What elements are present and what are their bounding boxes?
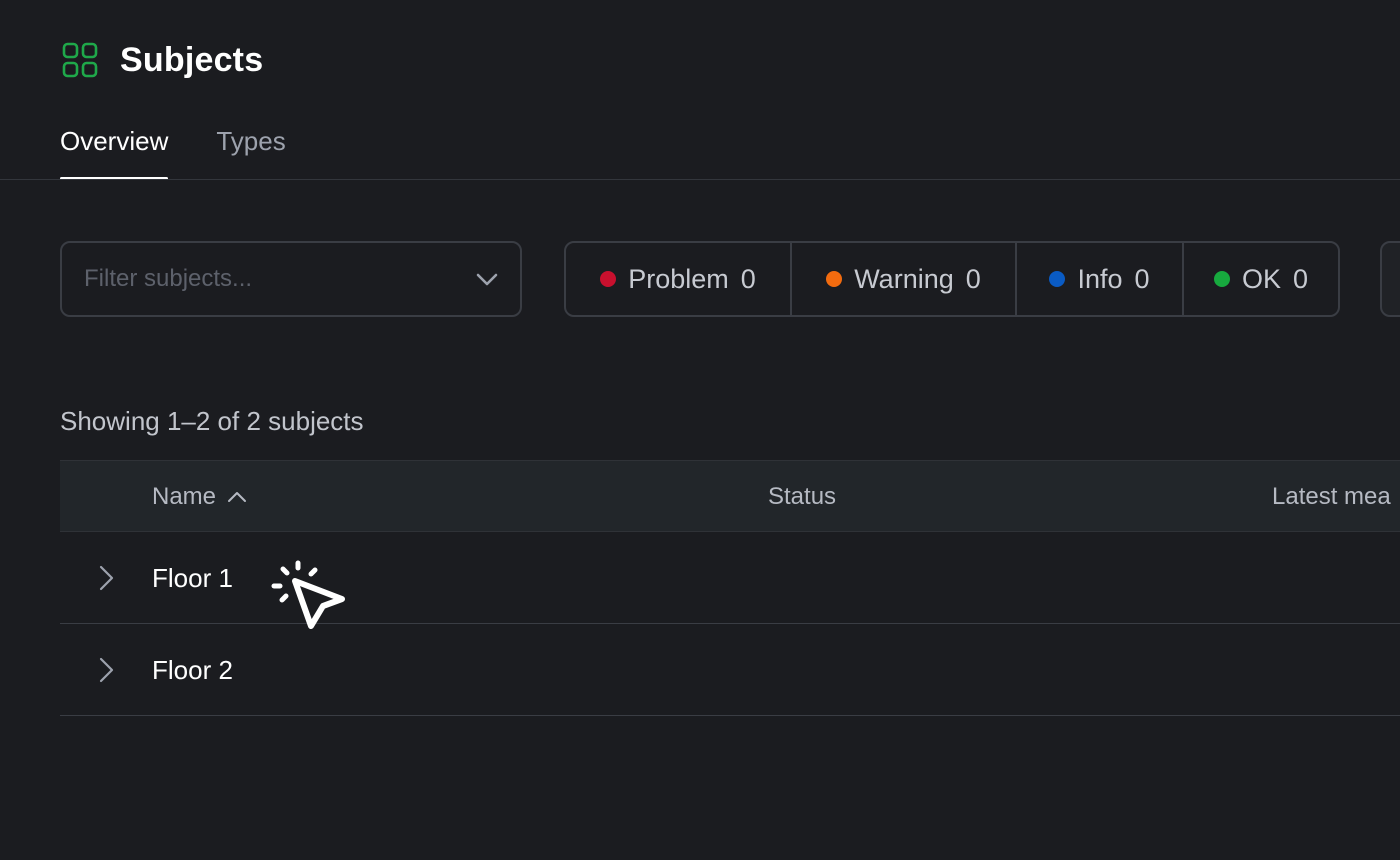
page-header: Subjects xyxy=(60,40,263,80)
status-label: Problem xyxy=(628,263,729,294)
grid-icon xyxy=(62,42,98,78)
table-row[interactable]: Floor 2 xyxy=(60,624,1400,716)
row-name[interactable]: Floor 1 xyxy=(152,532,233,624)
status-filter-info[interactable]: Info 0 xyxy=(1017,243,1184,315)
column-header-status[interactable]: Status xyxy=(768,461,836,533)
results-summary: Showing 1–2 of 2 subjects xyxy=(60,406,364,436)
column-header-latest[interactable]: Latest mea xyxy=(1272,461,1391,533)
status-label: Warning xyxy=(854,263,954,294)
ok-dot-icon xyxy=(1213,271,1230,287)
problem-dot-icon xyxy=(600,271,617,287)
column-header-label: Name xyxy=(152,483,217,510)
status-filter-ok[interactable]: OK 0 xyxy=(1184,243,1338,315)
column-header-name[interactable]: Name xyxy=(152,461,248,533)
status-label: Info xyxy=(1077,263,1123,294)
table-row[interactable]: Floor 1 xyxy=(60,532,1400,624)
row-name[interactable]: Floor 2 xyxy=(152,624,233,716)
info-dot-icon xyxy=(1049,271,1066,287)
filter-subjects-select[interactable] xyxy=(60,241,522,317)
subjects-page: Subjects Overview Types Problem 0 Warnin… xyxy=(0,0,1400,860)
toolbar-button-partial[interactable] xyxy=(1380,241,1400,317)
tab-bar: Overview Types xyxy=(60,120,334,180)
status-label: OK xyxy=(1241,263,1281,294)
tab-overview[interactable]: Overview xyxy=(60,120,169,180)
chevron-up-icon xyxy=(228,492,247,502)
table-header: Name Status Latest mea xyxy=(60,460,1400,532)
warning-dot-icon xyxy=(826,271,843,287)
status-filter-problem[interactable]: Problem 0 xyxy=(566,243,792,315)
filter-subjects-input[interactable] xyxy=(82,264,474,294)
tabs-divider xyxy=(0,179,1400,180)
status-count: 0 xyxy=(1134,263,1150,294)
status-filter-group: Problem 0 Warning 0 Info 0 OK 0 xyxy=(564,241,1340,317)
page-title: Subjects xyxy=(120,40,264,79)
tab-types[interactable]: Types xyxy=(216,120,285,180)
chevron-down-icon[interactable] xyxy=(474,266,500,292)
status-count: 0 xyxy=(1292,263,1309,294)
subjects-table: Name Status Latest mea Floor 1 Floor 2 xyxy=(60,460,1400,716)
status-count: 0 xyxy=(965,263,981,294)
status-filter-warning[interactable]: Warning 0 xyxy=(792,243,1017,315)
chevron-right-icon[interactable] xyxy=(90,654,122,686)
status-count: 0 xyxy=(740,263,756,294)
chevron-right-icon[interactable] xyxy=(90,562,122,594)
